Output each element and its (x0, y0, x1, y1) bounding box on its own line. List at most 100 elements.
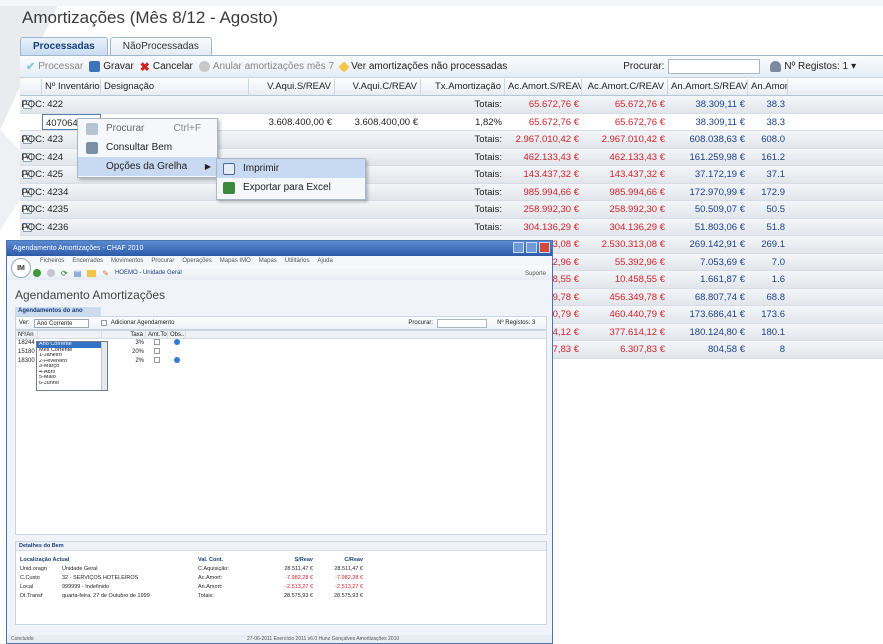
menu-item-8[interactable]: Ajuda (317, 256, 332, 266)
submenu-grid-options: Imprimir Exportar para Excel (216, 158, 366, 200)
checkbox[interactable] (154, 339, 160, 346)
scheduling-search-input[interactable] (437, 318, 488, 328)
grey-circle-icon[interactable] (47, 269, 55, 277)
acamort-creav-cell: 10.458,55 € (614, 274, 665, 285)
menu-item-4[interactable]: Operações (182, 256, 211, 266)
info-icon[interactable] (174, 339, 180, 346)
process-button[interactable]: ✔ Processar (26, 60, 83, 73)
dropdown-scrollbar[interactable] (101, 342, 107, 390)
view-unprocessed-button[interactable]: Ver amortizações não processadas (338, 60, 507, 73)
menu-item-3[interactable]: Procurar (151, 256, 174, 266)
anamort-creav-cell: 38.3 (766, 116, 786, 128)
minimize-button[interactable] (513, 242, 524, 253)
acamort-creav-cell: 304.136,29 € (609, 221, 665, 233)
anamort-creav-cell: 51.8 (766, 221, 786, 233)
search-input[interactable] (668, 59, 761, 74)
values-section: Val. Cont. S/Reav C/Reav C.Aquisição: 28.… (198, 556, 363, 601)
anamort-creav-cell: 469.5 (748, 359, 788, 360)
checkbox[interactable] (154, 348, 160, 355)
location-key: Unid.oragn (20, 566, 47, 572)
values-title: Val. Cont. (198, 557, 224, 563)
vaqui-creav-cell: 3.608.400,00 € (354, 116, 418, 128)
group-row[interactable]: +Rubrica POC: 4235Totais:258.992,30 €258… (20, 201, 883, 219)
sched-header-blank[interactable] (38, 331, 102, 338)
view-label: Ver: (19, 320, 30, 326)
add-schedule-button[interactable]: Adicionar Agendamento (111, 320, 175, 326)
view-select[interactable]: Ano Corrente (33, 318, 89, 328)
save-button[interactable]: Gravar (89, 61, 134, 72)
sched-header-rate[interactable]: Taxa (102, 331, 146, 338)
acamort-sreav-cell: 304.136,29 € (523, 221, 579, 233)
green-circle-icon[interactable] (33, 269, 41, 277)
sched-header-obs[interactable]: Obs... (168, 331, 186, 338)
cancel-month-button[interactable]: Anular amortizações mês 7 (198, 61, 334, 72)
search-label: Procurar: (623, 61, 665, 72)
checkbox[interactable] (154, 357, 160, 364)
tab-current-year[interactable]: Agendamentos do ano corrente (15, 307, 101, 323)
header-anamort-sreav[interactable]: An.Amort.S/REAV (668, 79, 748, 95)
acamort-creav-cell: 460.440,79 € (609, 309, 665, 320)
scheduling-search-label: Procurar: (408, 320, 434, 326)
pencil-icon[interactable]: ✎ (102, 269, 109, 278)
view-dropdown-list: Ano Corrente Mês Corrente 1-Janeiro 2-Fever… (36, 341, 108, 391)
menu-item-5[interactable]: Mapas IMO (220, 256, 251, 266)
folder-icon[interactable] (87, 269, 97, 277)
header-acamort-creav[interactable]: Ac.Amort.C/REAV (582, 79, 668, 95)
tab-unprocessed[interactable]: NãoProcessadas (109, 37, 212, 55)
location-section: Localização Actual Unid.oragn Unidade Ger… (20, 556, 150, 601)
anamort-sreav-cell: 173.686,41 € (689, 309, 745, 320)
close-button[interactable] (539, 242, 550, 253)
sched-header-inventory[interactable]: Nº/An (16, 331, 38, 338)
schedule-obs-cell (168, 339, 186, 348)
menu-item-7[interactable]: Utilitários (285, 256, 310, 266)
menu-item-1[interactable]: Encerrados (72, 256, 103, 266)
header-acamort-sreav[interactable]: Ac.Amort.S/REAV (505, 79, 582, 95)
warning-icon (338, 60, 350, 73)
location-key: Dt.Transf (20, 593, 43, 599)
disk-icon (89, 61, 101, 72)
header-anamort-creav[interactable]: An.Amort.C (748, 79, 788, 95)
chart-icon[interactable]: ▤ (74, 269, 82, 278)
acamort-creav-cell: 2.530.313,08 € (601, 239, 665, 250)
scheduling-records[interactable]: Nº Registos: 3 (497, 320, 535, 326)
group-row[interactable]: +Rubrica POC: 4234Totais:985.994,66 €985… (20, 183, 883, 201)
anamort-sreav-cell: 68.807,74 € (694, 291, 745, 303)
menu-item-2[interactable]: Movimentos (111, 256, 143, 266)
menu-item-0[interactable]: Ficheiros (40, 256, 64, 266)
anamort-sreav-cell: 37.172,19 € (694, 169, 745, 180)
values-rows: C.Aquisição: 28.511,47 € 28.511,47 € Ac.Amo… (198, 565, 363, 601)
entity-selector[interactable]: HOEMO - Unidade Geral (115, 270, 182, 276)
menu-item-consult[interactable]: Consultar Bem (78, 138, 217, 157)
refresh-icon[interactable]: ⟳ (61, 269, 68, 278)
acamort-sreav-cell: 2.967.010,42 € (515, 134, 579, 145)
menu-item-print[interactable]: Imprimir (217, 159, 365, 178)
window-heading: Agendamento Amortizações (15, 288, 166, 302)
menu-item-6[interactable]: Mapas (259, 256, 277, 266)
value-key: C.Aquisição: (198, 566, 229, 572)
cancel-button[interactable]: ✖ Cancelar (140, 60, 193, 74)
window-toolbar: ⟳ ▤ ✎ HOEMO - Unidade Geral (7, 266, 552, 280)
menu-item-export-excel[interactable]: Exportar para Excel (217, 178, 365, 197)
add-schedule-icon[interactable] (100, 320, 107, 326)
support-link[interactable]: Suporte (525, 271, 546, 277)
header-vaqui-sreav[interactable]: V.Aqui.S/REAV (249, 79, 335, 95)
sched-header-total[interactable]: Amt.Total (146, 331, 168, 338)
info-icon[interactable] (174, 357, 180, 364)
schedule-rate-cell: 3% (135, 340, 144, 346)
tab-processed[interactable]: Processadas (20, 37, 108, 55)
maximize-button[interactable] (526, 242, 537, 253)
values-header-sreav: S/Reav (294, 557, 313, 563)
location-value: Unidade Geral (62, 566, 98, 572)
header-inventory[interactable]: Nº Inventário (42, 79, 101, 95)
header-tx-amortizacao[interactable]: Tx.Amortização (421, 79, 505, 95)
acamort-creav-cell: 456.349,78 € (609, 291, 665, 303)
group-row[interactable]: −Rubrica POC: 422Totais:65.672,76 €65.67… (20, 96, 883, 114)
dropdown-option[interactable]: 6-Junho (37, 381, 107, 387)
menu-item-search[interactable]: Procurar Ctrl+F (78, 119, 217, 138)
group-row[interactable]: +Rubrica POC: 4236Totais:304.136,29 €304… (20, 218, 883, 236)
value-creav: 28.575,93 € (333, 593, 363, 599)
records-button[interactable]: Nº Registos: 1 ▾ (770, 61, 856, 72)
menu-item-grid-options[interactable]: Opções da Grelha ▶ (78, 157, 217, 176)
header-designation[interactable]: Designação (101, 79, 249, 95)
header-vaqui-creav[interactable]: V.Aqui.C/REAV (335, 79, 421, 95)
